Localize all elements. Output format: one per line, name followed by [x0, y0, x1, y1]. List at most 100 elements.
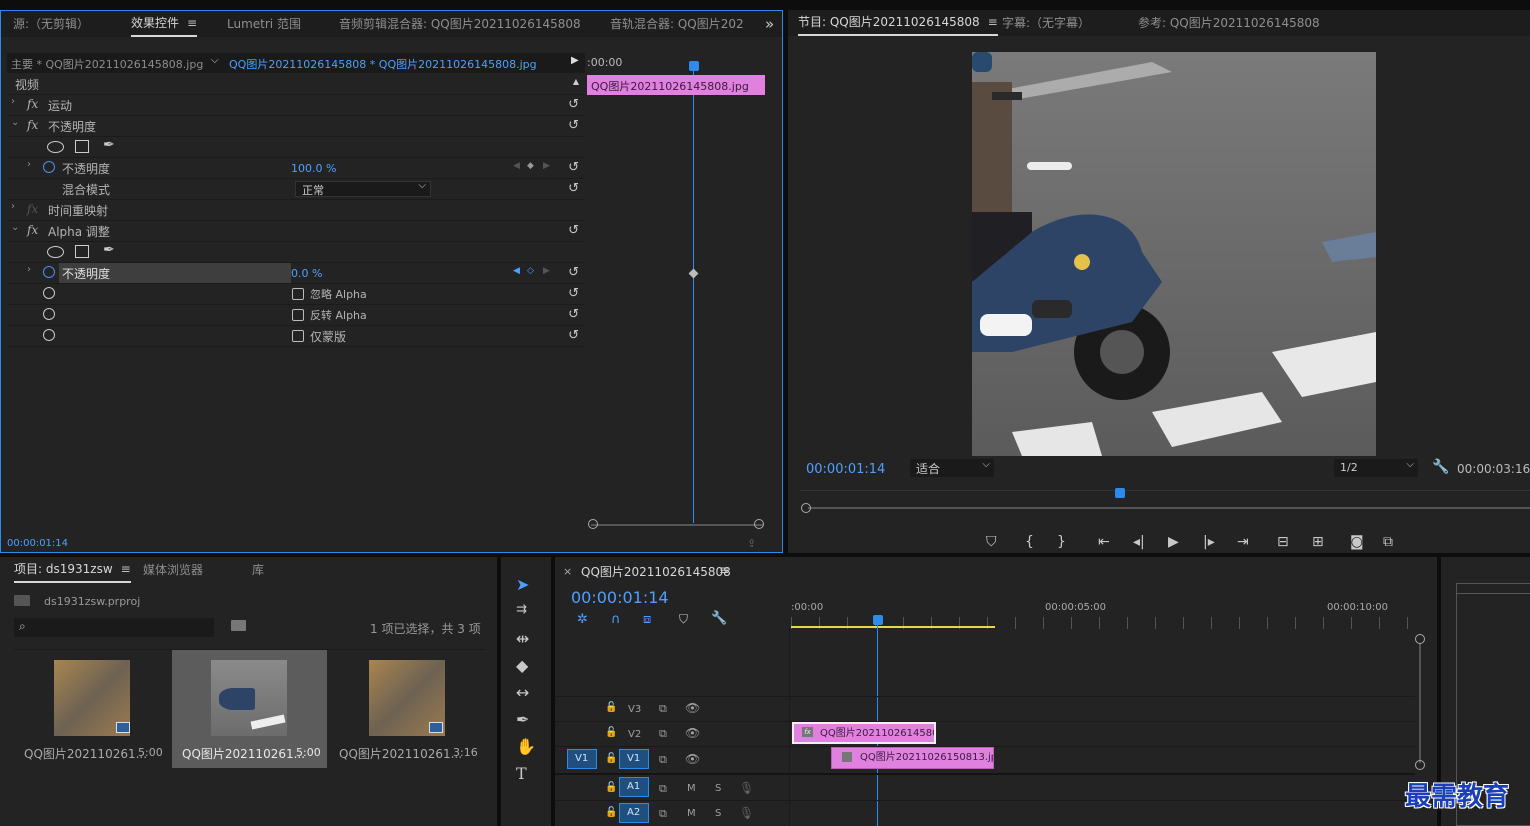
clip-v1[interactable]: QQ图片20211026150813.jpg	[831, 747, 994, 769]
panel-menu-icon[interactable]: ≡	[121, 557, 131, 581]
reset-icon[interactable]: ↺	[568, 286, 579, 301]
track-target-a2[interactable]: A2	[619, 803, 649, 823]
fit-select[interactable]: 适合 ⌵	[910, 459, 994, 477]
export-icon[interactable]: ⇪	[747, 537, 756, 550]
sync-lock-icon[interactable]: ⧉	[659, 782, 667, 796]
project-item[interactable]: QQ图片202110261... 5:00	[14, 650, 170, 768]
add-marker-icon[interactable]: ⛉	[986, 534, 997, 550]
prev-keyframe-icon[interactable]: ◀	[513, 161, 520, 171]
microphone-icon[interactable]: 🎙	[739, 781, 754, 795]
opacity-group-row[interactable]: ⌄ fx 不透明度 ↺	[7, 116, 585, 137]
work-area-bar[interactable]	[791, 626, 995, 628]
add-keyframe-icon[interactable]: ◇	[527, 266, 534, 276]
blend-mode-select[interactable]: 正常 ⌵	[295, 180, 431, 197]
search-input[interactable]: ⌕	[14, 618, 214, 637]
compare-icon[interactable]: ⧉	[1383, 534, 1393, 550]
reset-icon[interactable]: ↺	[568, 265, 579, 280]
program-timecode[interactable]: 00:00:01:14	[806, 462, 885, 477]
reset-icon[interactable]: ↺	[568, 223, 579, 238]
go-to-in-icon[interactable]: ⇤	[1098, 534, 1110, 550]
project-item[interactable]: QQ图片202110261... 3:16	[329, 650, 485, 768]
chevron-right-icon[interactable]: ›	[27, 159, 31, 170]
lift-icon[interactable]: ⊟	[1277, 534, 1289, 550]
sync-lock-icon[interactable]: ⧉	[659, 753, 667, 767]
ellipse-mask-icon[interactable]	[47, 246, 64, 258]
slip-tool-icon[interactable]: ↔	[516, 683, 529, 702]
zoom-handle-right[interactable]	[754, 519, 764, 529]
resolution-select[interactable]: 1/2 ⌵	[1334, 459, 1418, 477]
track-select-tool-icon[interactable]: ⇉	[516, 602, 527, 617]
mute-button[interactable]: M	[687, 783, 696, 794]
pen-mask-icon[interactable]: ✒	[103, 137, 115, 153]
sequence-clip-label[interactable]: QQ图片20211026145808 * QQ图片20211026145808.…	[229, 56, 537, 72]
reset-icon[interactable]: ↺	[568, 307, 579, 322]
zoom-handle-left[interactable]	[588, 519, 598, 529]
fx-icon[interactable]: fx	[27, 118, 38, 132]
wrench-icon[interactable]: 🔧	[1432, 459, 1449, 475]
chevron-right-icon[interactable]: ›	[11, 96, 15, 107]
add-keyframe-icon[interactable]: ◆	[527, 161, 534, 171]
zoom-handle-left[interactable]	[801, 503, 811, 513]
fx-icon[interactable]: fx	[27, 223, 38, 237]
stopwatch-icon[interactable]	[43, 329, 55, 341]
panel-menu-icon[interactable]: ≡	[988, 10, 998, 34]
sync-lock-icon[interactable]: ⧉	[659, 727, 667, 741]
wrench-icon[interactable]: 🔧	[711, 611, 727, 626]
tab-reference[interactable]: 参考: QQ图片20211026145808	[1138, 10, 1320, 36]
prev-keyframe-icon[interactable]: ◀	[513, 266, 520, 276]
tab-library[interactable]: 库	[252, 557, 264, 583]
nest-icon[interactable]: ✲	[577, 612, 588, 627]
linked-selection-icon[interactable]: ⧈	[643, 612, 651, 627]
track-label-v3[interactable]: V3	[628, 704, 641, 715]
panel-menu-icon[interactable]: ≡	[187, 11, 197, 35]
ignore-alpha-checkbox[interactable]	[292, 288, 304, 300]
scrub-playhead[interactable]	[1115, 488, 1125, 498]
lock-icon[interactable]: 🔓	[605, 727, 617, 738]
add-marker-icon[interactable]: ⛉	[679, 612, 688, 627]
timeline-timecode[interactable]: 00:00:01:14	[571, 588, 669, 607]
alpha-adjust-row[interactable]: ⌄ fx Alpha 调整 ↺	[7, 221, 585, 242]
tab-lumetri[interactable]: Lumetri 范围	[227, 11, 301, 37]
snap-icon[interactable]: ∩	[611, 612, 621, 627]
tab-audio-clip-mixer[interactable]: 音频剪辑混合器: QQ图片20211026145808	[339, 11, 581, 37]
master-clip-label[interactable]: 主要 * QQ图片20211026145808.jpg	[11, 56, 203, 72]
reset-icon[interactable]: ↺	[568, 328, 579, 343]
keyframe-diamond[interactable]	[688, 268, 699, 279]
selection-tool-icon[interactable]: ➤	[516, 575, 529, 594]
track-target-v1[interactable]: V1	[619, 749, 649, 769]
sync-lock-icon[interactable]: ⧉	[659, 807, 667, 821]
chevron-right-icon[interactable]: ›	[27, 264, 31, 275]
timecode-ec[interactable]: 00:00:01:14	[7, 538, 68, 549]
microphone-icon[interactable]: 🎙	[739, 806, 754, 820]
invert-alpha-checkbox[interactable]	[292, 309, 304, 321]
scroll-handle[interactable]	[1415, 760, 1425, 770]
tab-audio-track-mixer[interactable]: 音轨混合器: QQ图片202	[610, 11, 746, 37]
alpha-opacity-value[interactable]: 0.0 %	[291, 267, 322, 280]
clip-v2[interactable]: fx QQ图片20211026145808.	[792, 722, 936, 744]
camera-icon[interactable]: ◙	[1350, 534, 1364, 550]
chevron-down-icon[interactable]: ⌄	[11, 222, 19, 233]
motion-row[interactable]: › fx 运动 ↺	[7, 95, 585, 116]
time-remap-row[interactable]: › fx 时间重映射	[7, 200, 585, 221]
tab-media-browser[interactable]: 媒体浏览器	[143, 557, 203, 583]
tab-program[interactable]: 节目: QQ图片20211026145808 ≡	[798, 10, 998, 36]
tab-source[interactable]: 源:（无剪辑）	[13, 11, 89, 37]
opacity-value[interactable]: 100.0 %	[291, 162, 336, 175]
vertical-scrollbar[interactable]	[1419, 643, 1421, 763]
eye-icon[interactable]: 👁	[685, 701, 700, 715]
stopwatch-icon[interactable]	[43, 287, 55, 299]
chevron-down-icon[interactable]: ⌵	[211, 55, 219, 66]
reset-icon[interactable]: ↺	[568, 97, 579, 112]
zoom-bar[interactable]	[808, 507, 1530, 509]
chevron-down-icon[interactable]: ⌄	[11, 117, 19, 128]
play-icon[interactable]: ▶	[1168, 534, 1179, 550]
mark-out-icon[interactable]: }	[1057, 534, 1066, 550]
close-icon[interactable]: ×	[563, 565, 572, 578]
step-back-icon[interactable]: ◂|	[1133, 534, 1145, 550]
overflow-icon[interactable]: »	[765, 11, 774, 37]
chevron-right-icon[interactable]: ›	[11, 201, 15, 212]
new-bin-search-icon[interactable]	[231, 620, 246, 631]
alpha-opacity-row[interactable]: › 不透明度 0.0 % ◀ ◇ ▶ ↺	[7, 263, 585, 284]
mark-in-icon[interactable]: {	[1025, 534, 1034, 550]
stopwatch-icon[interactable]	[43, 266, 55, 278]
